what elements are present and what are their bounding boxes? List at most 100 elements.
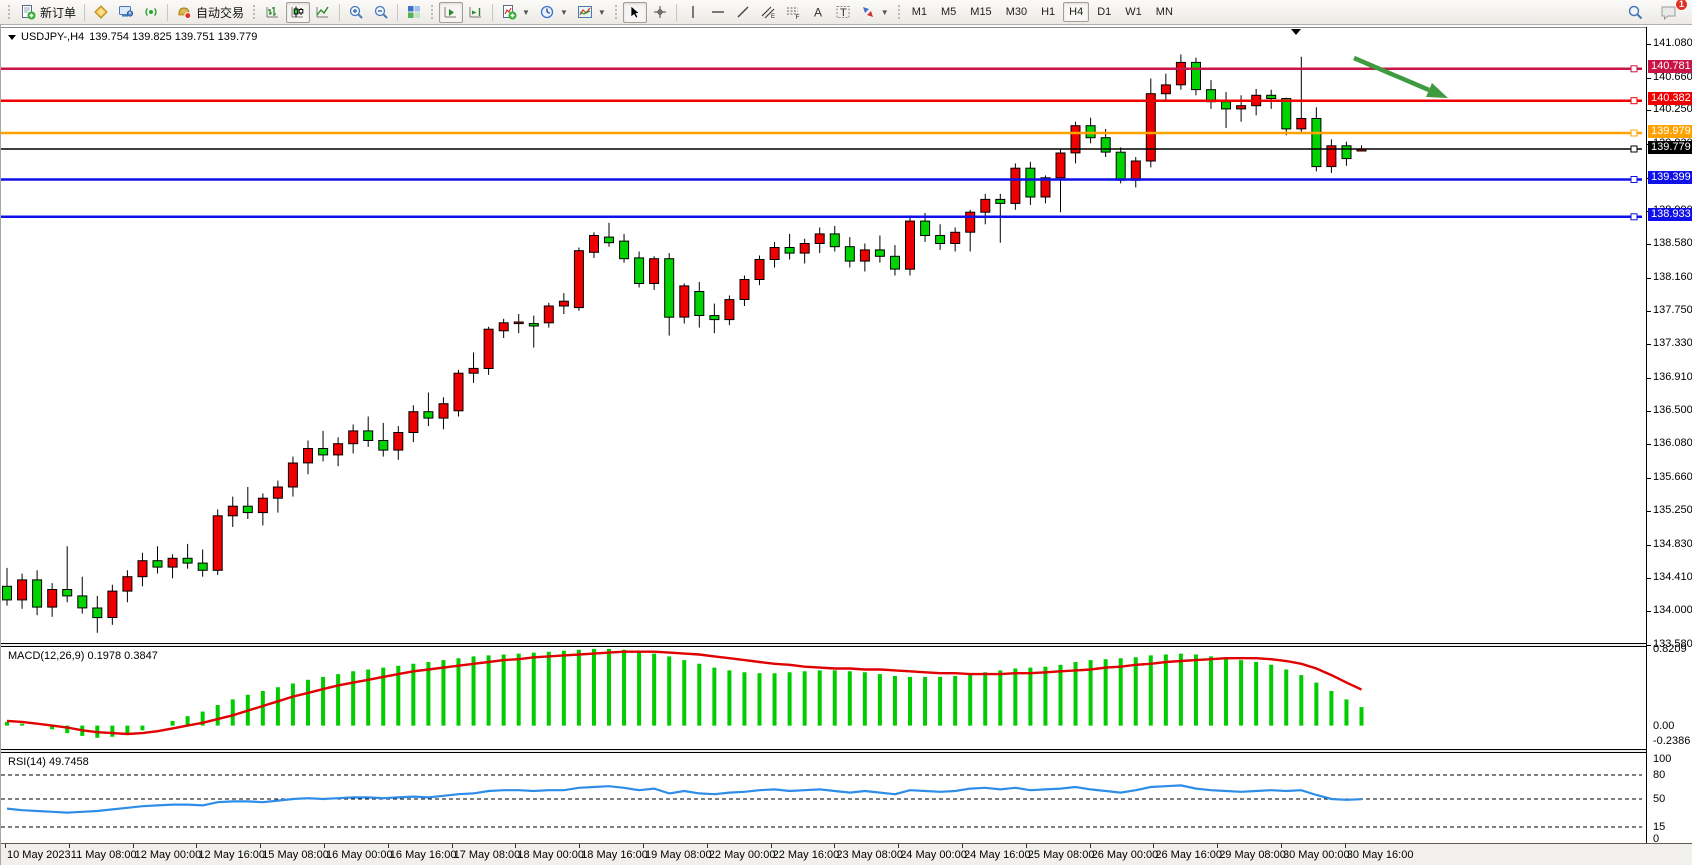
main-chart-pane[interactable]: USDJPY-,H4 139.754 139.825 139.751 139.7… (1, 27, 1646, 643)
candle-bearish (1312, 119, 1321, 167)
vertical-line-button[interactable] (681, 2, 705, 23)
timeframe-M5[interactable]: M5 (935, 2, 962, 22)
line-handle[interactable] (1631, 214, 1637, 220)
arrows-button[interactable]: ▼ (856, 2, 893, 23)
trendline-button[interactable] (731, 2, 755, 23)
timeframe-H1[interactable]: H1 (1035, 2, 1061, 22)
candle-bearish (665, 259, 674, 318)
line-handle[interactable] (1631, 177, 1637, 183)
arrows-icon (860, 4, 876, 20)
candle-bullish (740, 280, 749, 300)
auto-scroll-button[interactable] (439, 2, 463, 23)
candle-bullish (108, 591, 117, 617)
chevron-down-icon: ▼ (522, 8, 530, 17)
metaeditor-button[interactable] (89, 2, 113, 23)
toolbar-grip[interactable] (430, 4, 435, 20)
main-toolbar: 新订单 自动交易 (0, 0, 1692, 25)
candle-bullish (815, 234, 824, 244)
virtual-hosting-button[interactable] (114, 2, 138, 23)
price-tick-mark (1647, 110, 1651, 111)
svg-text:T: T (840, 7, 847, 19)
rsi-pane[interactable]: RSI(14) 49.7458 (1, 753, 1646, 843)
trend-arrow-annotation[interactable] (1354, 58, 1429, 90)
separator (397, 4, 398, 21)
candle-bearish (830, 234, 839, 247)
toolbar-grip[interactable] (897, 4, 902, 20)
macd-axis-label: 0.8209 (1653, 643, 1687, 655)
text-label-button[interactable]: T (831, 2, 855, 23)
macd-pane[interactable]: MACD(12,26,9) 0.1978 0.3847 (1, 647, 1646, 749)
price-tick-mark (1647, 378, 1651, 379)
candle-bearish (1086, 126, 1095, 138)
toolbar-right-tools: 1 (1623, 2, 1688, 23)
chart-shift-button[interactable] (464, 2, 488, 23)
horizontal-line-button[interactable] (706, 2, 730, 23)
candle-bearish (921, 221, 930, 235)
toolbar-grip[interactable] (252, 4, 257, 20)
line-handle[interactable] (1631, 146, 1637, 152)
chart-shift-marker[interactable] (1291, 29, 1301, 35)
indicators-button[interactable]: ▼ (497, 2, 534, 23)
price-axis[interactable]: 141.080140.660140.250139.830139.410138.9… (1646, 27, 1692, 843)
candle-bearish (63, 590, 72, 596)
toolbar-grip[interactable] (7, 4, 12, 20)
crosshair-button[interactable] (648, 2, 672, 23)
candle-bearish (1192, 62, 1201, 89)
timeframe-M30[interactable]: M30 (1000, 2, 1033, 22)
new-order-button[interactable]: 新订单 (16, 2, 80, 23)
candle-bearish (875, 250, 884, 256)
rsi-canvas[interactable] (1, 753, 1646, 843)
zoom-out-button[interactable] (369, 2, 393, 23)
toolbar-grip[interactable] (614, 4, 619, 20)
timeframe-MN[interactable]: MN (1150, 2, 1179, 22)
candle-bullish (590, 236, 599, 253)
cursor-icon (627, 4, 643, 20)
line-handle[interactable] (1631, 66, 1637, 72)
timeframe-W1[interactable]: W1 (1119, 2, 1148, 22)
zoom-out-icon (373, 4, 389, 20)
price-tick-mark (1647, 511, 1651, 512)
templates-button[interactable]: ▼ (573, 2, 610, 23)
signals-button[interactable] (139, 2, 163, 23)
candlestick-chart-button[interactable] (286, 2, 310, 23)
channel-button[interactable]: E (756, 2, 780, 23)
autotrading-icon (176, 4, 192, 20)
main-chart-canvas[interactable] (1, 28, 1646, 643)
line-handle[interactable] (1631, 98, 1637, 104)
auto-trading-button[interactable]: 自动交易 (172, 2, 248, 23)
time-tick-label: 24 May 00:00 (900, 849, 967, 861)
time-tick-label: 16 May 00:00 (326, 849, 393, 861)
search-button[interactable] (1623, 2, 1648, 23)
periods-button[interactable]: ▼ (535, 2, 572, 23)
candle-bullish (1297, 119, 1306, 129)
candle-bullish (1237, 106, 1246, 109)
text-button[interactable]: A (806, 2, 830, 23)
chart-dropdown-icon[interactable] (8, 35, 16, 40)
zoom-in-button[interactable] (344, 2, 368, 23)
chart-title[interactable]: USDJPY-,H4 139.754 139.825 139.751 139.7… (8, 31, 257, 43)
price-tick-label: 134.410 (1653, 571, 1692, 583)
fibonacci-button[interactable]: F (781, 2, 805, 23)
timeframe-H4[interactable]: H4 (1063, 2, 1089, 22)
trend-arrow-head[interactable] (1426, 83, 1448, 98)
bar-chart-button[interactable] (261, 2, 285, 23)
timeframe-M15[interactable]: M15 (964, 2, 997, 22)
virtual-hosting-icon (118, 4, 134, 20)
line-handle[interactable] (1631, 130, 1637, 136)
candle-bullish (18, 580, 27, 600)
time-tick-mark (388, 844, 389, 848)
candle-bullish (273, 487, 282, 498)
search-icon (1627, 4, 1644, 21)
price-tick-mark (1647, 344, 1651, 345)
notifications-button[interactable]: 1 (1656, 2, 1682, 23)
cursor-button[interactable] (623, 2, 647, 23)
timeframe-D1[interactable]: D1 (1091, 2, 1117, 22)
time-tick-label: 26 May 16:00 (1155, 849, 1222, 861)
line-chart-button[interactable] (311, 2, 335, 23)
candle-bearish (78, 596, 87, 608)
time-tick-label: 26 May 00:00 (1092, 849, 1159, 861)
tile-windows-button[interactable] (402, 2, 426, 23)
timeframe-M1[interactable]: M1 (906, 2, 933, 22)
time-axis[interactable]: 10 May 202311 May 08:0012 May 00:0012 Ma… (1, 843, 1692, 865)
macd-canvas[interactable] (1, 647, 1646, 749)
